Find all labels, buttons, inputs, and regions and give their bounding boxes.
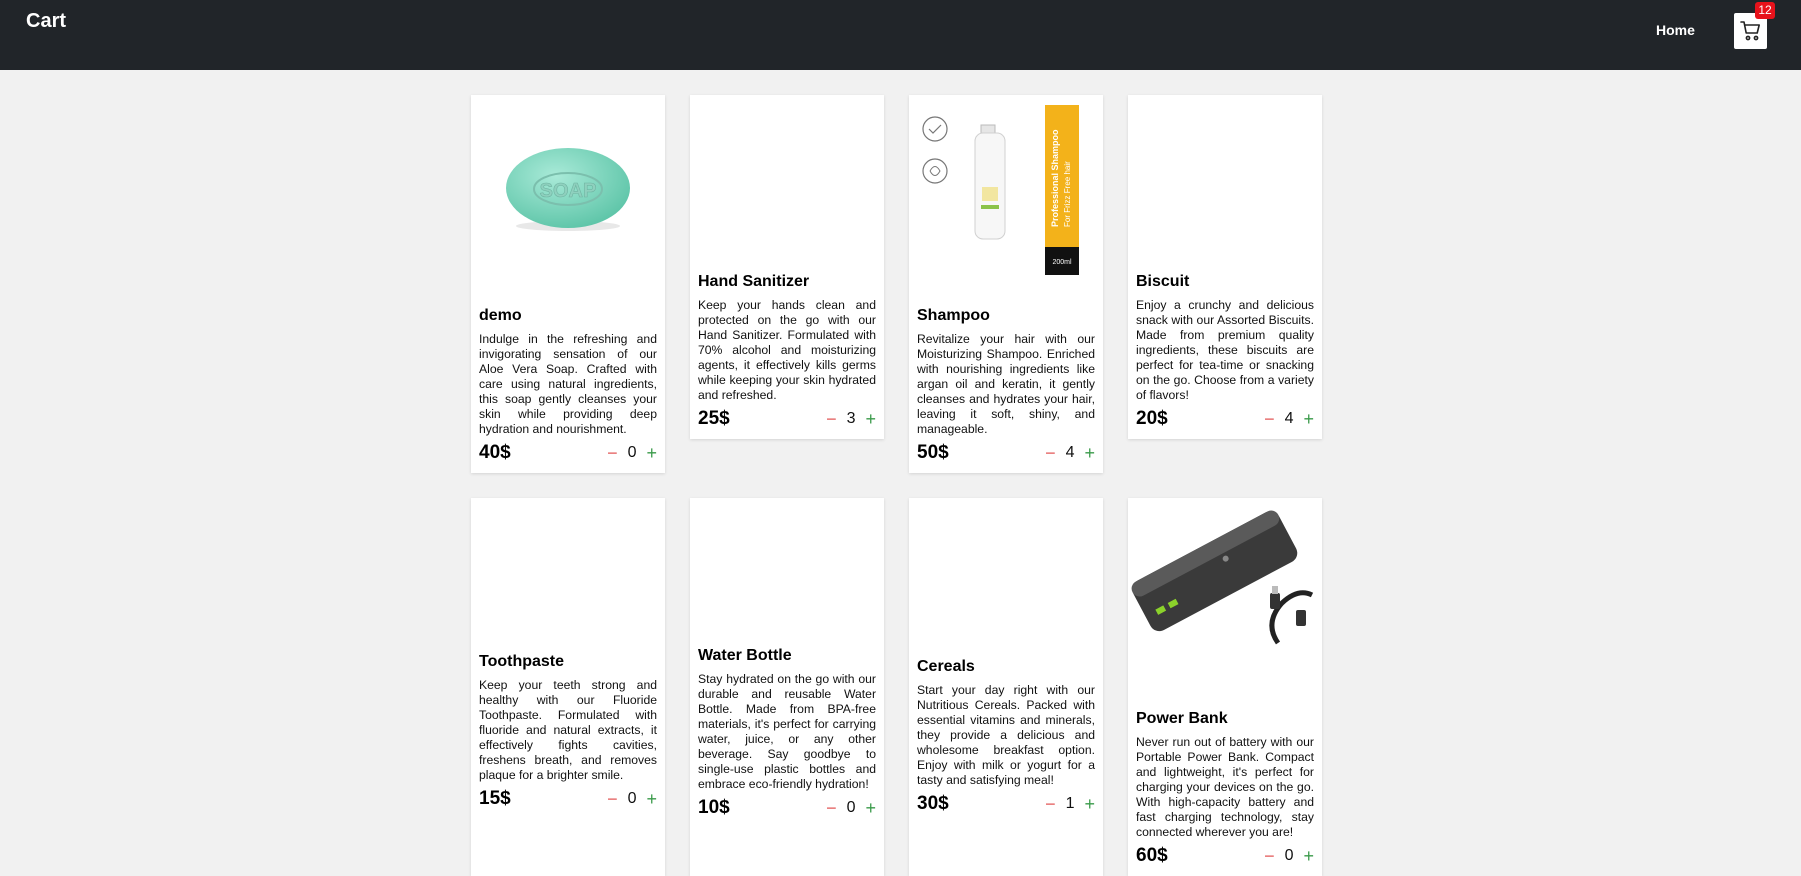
quantity-value: 4 xyxy=(1284,410,1294,427)
product-price: 60$ xyxy=(1136,845,1168,866)
product-price: 40$ xyxy=(479,442,511,463)
decrease-quantity-button[interactable]: − xyxy=(1264,846,1275,867)
product-description: Keep your hands clean and protected on t… xyxy=(698,298,876,402)
product-card: Biscuit Enjoy a crunchy and delicious sn… xyxy=(1128,95,1322,439)
product-title: demo xyxy=(479,307,522,324)
product-card: Cereals Start your day right with our Nu… xyxy=(909,498,1103,876)
product-description: Never run out of battery with our Portab… xyxy=(1136,735,1314,839)
product-price: 20$ xyxy=(1136,408,1168,429)
product-price: 25$ xyxy=(698,408,730,429)
product-description: Enjoy a crunchy and delicious snack with… xyxy=(1136,298,1314,402)
product-price: 50$ xyxy=(917,442,949,463)
product-description: Start your day right with our Nutritious… xyxy=(917,683,1095,787)
product-card: Toothpaste Keep your teeth strong and he… xyxy=(471,498,665,876)
product-title: Cereals xyxy=(917,658,975,675)
quantity-value: 1 xyxy=(1065,795,1075,812)
product-description: Stay hydrated on the go with our durable… xyxy=(698,672,876,791)
increase-quantity-button[interactable]: + xyxy=(1303,409,1314,430)
increase-quantity-button[interactable]: + xyxy=(865,409,876,430)
quantity-value: 0 xyxy=(627,444,637,461)
product-image-soap: SOAP xyxy=(471,95,665,280)
product-card: Hand Sanitizer Keep your hands clean and… xyxy=(690,95,884,439)
product-description: Indulge in the refreshing and invigorati… xyxy=(479,332,657,436)
decrease-quantity-button[interactable]: − xyxy=(607,789,618,810)
quantity-value: 3 xyxy=(846,410,856,427)
product-card: Water Bottle Stay hydrated on the go wit… xyxy=(690,498,884,876)
quantity-value: 0 xyxy=(627,790,637,807)
shopping-cart-icon xyxy=(1739,21,1760,41)
svg-text:200ml: 200ml xyxy=(1052,259,1072,266)
decrease-quantity-button[interactable]: − xyxy=(826,798,837,819)
quantity-value: 0 xyxy=(1284,847,1294,864)
product-title: Biscuit xyxy=(1136,273,1190,290)
increase-quantity-button[interactable]: + xyxy=(1303,846,1314,867)
cart-count-badge: 12 xyxy=(1755,2,1775,19)
product-title: Toothpaste xyxy=(479,653,565,670)
decrease-quantity-button[interactable]: − xyxy=(1045,443,1056,464)
quantity-value: 4 xyxy=(1065,444,1075,461)
product-title: Hand Sanitizer xyxy=(698,273,810,290)
product-description: Keep your teeth strong and healthy with … xyxy=(479,678,657,782)
product-price: 30$ xyxy=(917,793,949,814)
product-image-shampoo: Professional Shampoo For Frizz Free hair… xyxy=(909,95,1103,280)
product-price: 15$ xyxy=(479,788,511,809)
increase-quantity-button[interactable]: + xyxy=(865,798,876,819)
svg-text:For Frizz Free hair: For Frizz Free hair xyxy=(1063,161,1072,227)
product-card: SOAP demo Indulge in the refreshing and … xyxy=(471,95,665,473)
product-price: 10$ xyxy=(698,797,730,818)
brand-title[interactable]: Cart xyxy=(26,10,66,33)
home-link[interactable]: Home xyxy=(1656,22,1695,38)
increase-quantity-button[interactable]: + xyxy=(1084,443,1095,464)
increase-quantity-button[interactable]: + xyxy=(646,443,657,464)
product-image-powerbank xyxy=(1128,498,1322,648)
quantity-value: 0 xyxy=(846,799,856,816)
product-description: Revitalize your hair with our Moisturizi… xyxy=(917,332,1095,436)
increase-quantity-button[interactable]: + xyxy=(646,789,657,810)
product-grid: SOAP demo Indulge in the refreshing and … xyxy=(471,95,1322,876)
increase-quantity-button[interactable]: + xyxy=(1084,794,1095,815)
product-card: Power Bank Never run out of battery with… xyxy=(1128,498,1322,876)
svg-text:Professional Shampoo: Professional Shampoo xyxy=(1050,129,1060,227)
navbar: Cart Home 12 xyxy=(0,0,1801,70)
svg-text:SOAP: SOAP xyxy=(540,180,597,202)
product-title: Water Bottle xyxy=(698,647,792,664)
product-title: Shampoo xyxy=(917,307,990,324)
decrease-quantity-button[interactable]: − xyxy=(1264,409,1275,430)
product-title: Power Bank xyxy=(1136,710,1228,727)
decrease-quantity-button[interactable]: − xyxy=(826,409,837,430)
decrease-quantity-button[interactable]: − xyxy=(607,443,618,464)
product-card: Professional Shampoo For Frizz Free hair… xyxy=(909,95,1103,473)
decrease-quantity-button[interactable]: − xyxy=(1045,794,1056,815)
